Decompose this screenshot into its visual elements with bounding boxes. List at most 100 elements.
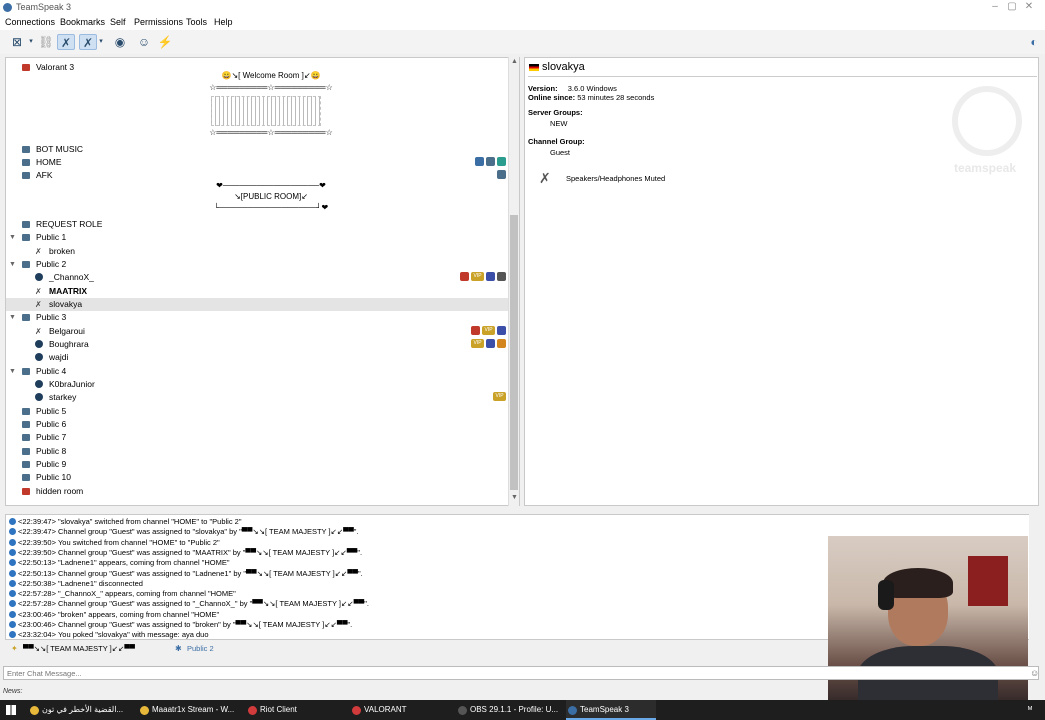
- expand-chevron-icon[interactable]: ▼: [9, 311, 17, 324]
- log-message: Channel group "Guest" was assigned to "L…: [57, 568, 363, 578]
- teamspeak-logo-icon[interactable]: ◐: [1025, 34, 1043, 50]
- channel-row[interactable]: BOT MUSIC: [6, 143, 508, 156]
- scroll-down-icon[interactable]: ▼: [510, 494, 519, 504]
- channel-row[interactable]: Public 8: [6, 445, 508, 458]
- log-message: You poked "slovakya" with message: aya d…: [57, 630, 209, 640]
- channel-row[interactable]: REQUEST ROLE: [6, 218, 508, 231]
- client-status: Speakers/Headphones Muted: [566, 174, 666, 183]
- info-icon: [9, 579, 16, 587]
- connect-icon[interactable]: ⊠: [8, 34, 26, 50]
- maximize-icon[interactable]: ▢: [1005, 1, 1019, 13]
- channel-icon: [22, 461, 30, 468]
- mute-speakers-icon[interactable]: ✗: [79, 34, 97, 50]
- channel-row[interactable]: HOME: [6, 156, 508, 169]
- log-time: <23:00:46>: [18, 609, 56, 619]
- client-row[interactable]: ✗ broken: [6, 245, 508, 258]
- chat-message-input[interactable]: [3, 666, 1039, 680]
- minimize-icon[interactable]: –: [988, 1, 1002, 13]
- channel-row[interactable]: ▼ Public 3: [6, 311, 508, 324]
- log-message: Channel group "Guest" was assigned to "b…: [57, 620, 353, 629]
- version-row: Version: 3.6.0 Windows: [528, 84, 617, 93]
- client-info-panel: slovakya Version: 3.6.0 Windows Online s…: [524, 57, 1039, 506]
- tree-item-label: Public 6: [36, 419, 67, 429]
- client-row[interactable]: Boughrara VIP: [6, 338, 508, 351]
- taskbar-app[interactable]: Maaatr1x Stream - W...: [138, 700, 242, 720]
- client-row[interactable]: _ChannoX_ VIP: [6, 271, 508, 284]
- channel-row[interactable]: ▼ Public 2: [6, 258, 508, 271]
- close-icon[interactable]: ✕: [1022, 1, 1036, 13]
- scroll-thumb[interactable]: [510, 215, 518, 490]
- channel-row[interactable]: hidden room: [6, 485, 508, 498]
- log-message: "broken" appears, coming from channel "H…: [57, 609, 220, 619]
- contacts-icon[interactable]: ☺: [135, 34, 153, 50]
- expand-chevron-icon[interactable]: ▼: [9, 365, 17, 378]
- channel-row[interactable]: AFK: [6, 169, 508, 182]
- channel-row[interactable]: Public 6: [6, 418, 508, 431]
- channel-row[interactable]: Public 10: [6, 471, 508, 484]
- tree-item-label: Public 1: [36, 232, 67, 242]
- channel-row[interactable]: Public 7: [6, 431, 508, 444]
- menu-tools[interactable]: Tools: [186, 17, 207, 27]
- log-message: Channel group "Guest" was assigned to "M…: [57, 547, 363, 557]
- taskbar-app[interactable]: OBS 29.1.1 - Profile: U...: [456, 700, 560, 720]
- channel-row[interactable]: Public 5: [6, 405, 508, 418]
- taskbar-app[interactable]: القضية الأخطر في تون...: [28, 700, 132, 720]
- menu-help[interactable]: Help: [214, 17, 233, 27]
- client-row[interactable]: ✗ Belgaroui VIP: [6, 325, 508, 338]
- client-row[interactable]: ✗ slovakya: [6, 298, 508, 311]
- menu-self[interactable]: Self: [110, 17, 126, 27]
- subscribe-icon[interactable]: ⚡: [156, 34, 174, 50]
- emoji-icon[interactable]: ☺: [1030, 668, 1039, 678]
- speakers-muted-icon: ✗: [35, 300, 42, 309]
- log-line: <22:39:50> Channel group "Guest" was assi…: [9, 548, 362, 557]
- vip-badge-icon: VIP: [493, 392, 506, 401]
- away-icon[interactable]: ◉: [111, 34, 129, 50]
- channel-tab-icon: ✱: [175, 644, 182, 653]
- channel-row[interactable]: Public 9: [6, 458, 508, 471]
- log-line: <22:57:28> "_ChannoX_" appears, coming fr…: [9, 589, 236, 598]
- tree-item-label: starkey: [49, 392, 77, 402]
- channel-row[interactable]: ▼ Public 1: [6, 231, 508, 244]
- group-badge-icon: [497, 157, 506, 166]
- windows-start-icon[interactable]: [6, 705, 16, 715]
- taskbar-app[interactable]: Riot Client: [246, 700, 344, 720]
- taskbar-app[interactable]: VALORANT: [350, 700, 450, 720]
- title-bar: TeamSpeak 3 – ▢ ✕: [0, 0, 1045, 16]
- channel-icon: [22, 368, 30, 375]
- tree-item-label: Public 3: [36, 312, 67, 322]
- client-row[interactable]: wajdi: [6, 351, 508, 364]
- menu-permissions[interactable]: Permissions: [134, 17, 183, 27]
- log-scrollbar[interactable]: [1029, 514, 1039, 640]
- log-message: You switched from channel "HOME" to "Pub…: [57, 537, 220, 547]
- info-icon: [9, 621, 16, 628]
- client-row[interactable]: ✗ MAATRIX: [6, 285, 508, 298]
- taskbar-app-label: Maaatr1x Stream - W...: [152, 705, 235, 714]
- app-icon: [352, 706, 361, 715]
- menu-bookmarks[interactable]: Bookmarks: [60, 17, 105, 27]
- mute-microphone-icon[interactable]: ✗: [57, 34, 75, 50]
- tab-channel-chat[interactable]: Public 2: [187, 644, 214, 653]
- tree-item-label: Public 5: [36, 406, 67, 416]
- log-line: <23:00:46> Channel group "Guest" was assi…: [9, 620, 352, 629]
- channel-icon: [22, 314, 30, 321]
- client-row[interactable]: K0braJunior: [6, 378, 508, 391]
- tab-server-chat[interactable]: ▀▀↘↘[ TEAM MAJESTY ]↙↙▀▀: [23, 644, 135, 653]
- expand-chevron-icon[interactable]: ▼: [9, 258, 17, 271]
- scroll-up-icon[interactable]: ▲: [510, 58, 519, 68]
- app-icon: [248, 706, 257, 715]
- chevron-down-icon[interactable]: ▾: [97, 34, 105, 50]
- expand-chevron-icon[interactable]: ▼: [9, 231, 17, 244]
- app-icon: [458, 706, 467, 715]
- client-row[interactable]: starkey VIP: [6, 391, 508, 404]
- channel-row[interactable]: ▼ Public 4: [6, 365, 508, 378]
- taskbar-app[interactable]: TeamSpeak 3: [566, 700, 656, 720]
- channel-tree-scrollbar[interactable]: ▲ ▼: [508, 57, 519, 506]
- menu-connections[interactable]: Connections: [5, 17, 55, 27]
- channel-row[interactable]: Valorant 3: [6, 61, 508, 74]
- disconnect-icon[interactable]: ⛓: [37, 34, 55, 50]
- channel-icon: [22, 434, 30, 441]
- log-line: <23:00:46> "broken" appears, coming from …: [9, 610, 219, 619]
- tray-icon[interactable]: ᴹ: [1028, 705, 1032, 714]
- log-time: <22:39:50>: [18, 537, 56, 547]
- chevron-down-icon[interactable]: ▾: [27, 34, 35, 50]
